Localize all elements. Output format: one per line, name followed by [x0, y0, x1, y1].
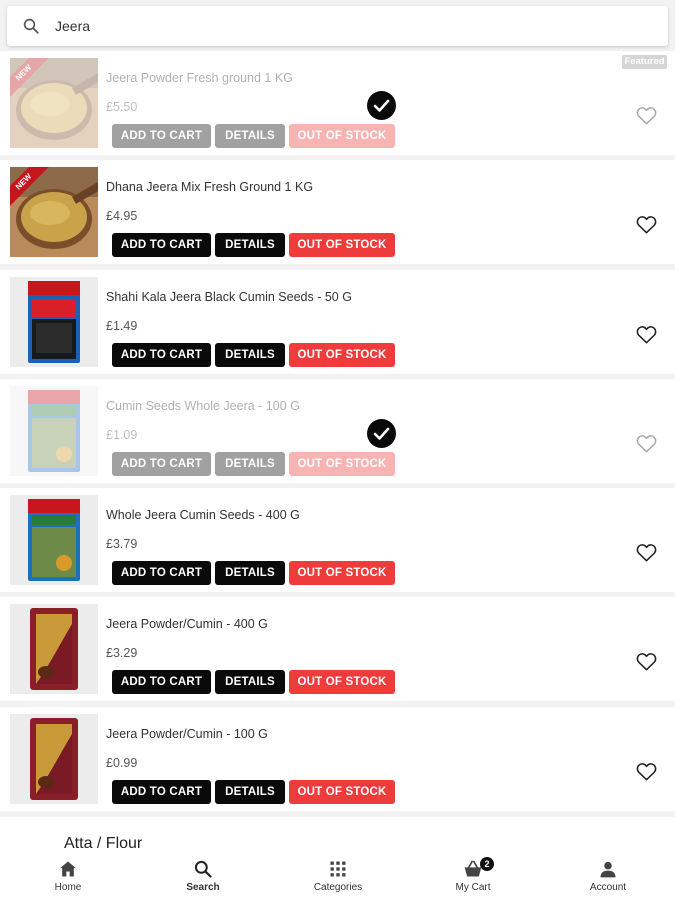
out-of-stock-button[interactable]: OUT OF STOCK — [289, 343, 395, 367]
details-button[interactable]: DETAILS — [215, 233, 285, 257]
nav-account[interactable]: Account — [553, 850, 663, 900]
home-icon — [60, 861, 76, 877]
heart-icon[interactable] — [636, 106, 657, 125]
add-to-cart-button[interactable]: ADD TO CART — [112, 670, 211, 694]
product-card[interactable]: NEW Featured Jeera Powder Fresh ground 1… — [0, 51, 675, 155]
product-price: £3.79 — [106, 537, 138, 551]
check-icon — [367, 91, 396, 120]
details-button[interactable]: DETAILS — [215, 670, 285, 694]
out-of-stock-button[interactable]: OUT OF STOCK — [289, 124, 395, 148]
add-to-cart-button[interactable]: ADD TO CART — [112, 561, 211, 585]
product-name[interactable]: Jeera Powder/Cumin - 100 G — [106, 727, 268, 741]
add-to-cart-button[interactable]: ADD TO CART — [112, 124, 211, 148]
nav-label: Search — [186, 882, 220, 893]
product-price: £1.09 — [106, 428, 138, 442]
add-to-cart-button[interactable]: ADD TO CART — [112, 452, 211, 476]
product-price: £0.99 — [106, 756, 138, 770]
grid-icon — [330, 861, 346, 877]
details-button[interactable]: DETAILS — [215, 780, 285, 804]
product-image[interactable] — [10, 386, 98, 476]
search-bar[interactable]: Jeera — [7, 6, 668, 46]
add-to-cart-button[interactable]: ADD TO CART — [112, 343, 211, 367]
nav-categories[interactable]: Categories — [283, 850, 393, 900]
product-name[interactable]: Shahi Kala Jeera Black Cumin Seeds - 50 … — [106, 290, 352, 304]
featured-badge: Featured — [622, 55, 667, 69]
out-of-stock-button[interactable]: OUT OF STOCK — [289, 233, 395, 257]
heart-icon[interactable] — [636, 434, 657, 453]
add-to-cart-button[interactable]: ADD TO CART — [112, 233, 211, 257]
nav-home[interactable]: Home — [13, 850, 123, 900]
details-button[interactable]: DETAILS — [215, 561, 285, 585]
product-card[interactable]: Shahi Kala Jeera Black Cumin Seeds - 50 … — [0, 270, 675, 374]
out-of-stock-button[interactable]: OUT OF STOCK — [289, 670, 395, 694]
product-name[interactable]: Jeera Powder Fresh ground 1 KG — [106, 71, 293, 85]
product-card[interactable]: Cumin Seeds Whole Jeera - 100 G £1.09 AD… — [0, 379, 675, 483]
details-button[interactable]: DETAILS — [215, 452, 285, 476]
product-price: £4.95 — [106, 209, 138, 223]
nav-label: My Cart — [455, 882, 491, 893]
product-image[interactable] — [10, 604, 98, 694]
product-price: £3.29 — [106, 646, 138, 660]
cart-count-badge: 2 — [480, 857, 494, 871]
search-input[interactable]: Jeera — [55, 18, 90, 34]
heart-icon[interactable] — [636, 325, 657, 344]
out-of-stock-button[interactable]: OUT OF STOCK — [289, 780, 395, 804]
product-card[interactable]: Whole Jeera Cumin Seeds - 400 G £3.79 AD… — [0, 488, 675, 592]
product-card[interactable]: NEW Dhana Jeera Mix Fresh Ground 1 KG £4… — [0, 160, 675, 264]
person-icon — [600, 861, 616, 878]
details-button[interactable]: DETAILS — [215, 124, 285, 148]
add-to-cart-button[interactable]: ADD TO CART — [112, 780, 211, 804]
product-name[interactable]: Dhana Jeera Mix Fresh Ground 1 KG — [106, 180, 313, 194]
product-image[interactable] — [10, 495, 98, 585]
product-image[interactable]: NEW — [10, 58, 98, 148]
heart-icon[interactable] — [636, 652, 657, 671]
product-price: £5.50 — [106, 100, 138, 114]
search-icon — [23, 18, 39, 34]
product-card[interactable]: Jeera Powder/Cumin - 400 G £3.29 ADD TO … — [0, 597, 675, 701]
heart-icon[interactable] — [636, 762, 657, 781]
nav-label: Categories — [313, 882, 363, 893]
out-of-stock-button[interactable]: OUT OF STOCK — [289, 561, 395, 585]
check-icon — [367, 419, 396, 448]
product-name[interactable]: Cumin Seeds Whole Jeera - 100 G — [106, 399, 300, 413]
product-image[interactable] — [10, 714, 98, 804]
search-icon — [194, 860, 212, 878]
nav-label: Home — [54, 882, 82, 893]
nav-label: Account — [589, 882, 627, 893]
details-button[interactable]: DETAILS — [215, 343, 285, 367]
nav-my-cart[interactable]: 2 My Cart — [418, 850, 528, 900]
bottom-nav: Home Search Categories 2 My Cart Account — [0, 850, 675, 900]
product-image[interactable] — [10, 277, 98, 367]
heart-icon[interactable] — [636, 543, 657, 562]
out-of-stock-button[interactable]: OUT OF STOCK — [289, 452, 395, 476]
product-name[interactable]: Whole Jeera Cumin Seeds - 400 G — [106, 508, 300, 522]
product-image[interactable]: NEW — [10, 167, 98, 257]
product-price: £1.49 — [106, 319, 138, 333]
product-name[interactable]: Jeera Powder/Cumin - 400 G — [106, 617, 268, 631]
heart-icon[interactable] — [636, 215, 657, 234]
product-card[interactable]: Jeera Powder/Cumin - 100 G £0.99 ADD TO … — [0, 707, 675, 811]
nav-search[interactable]: Search — [148, 850, 258, 900]
